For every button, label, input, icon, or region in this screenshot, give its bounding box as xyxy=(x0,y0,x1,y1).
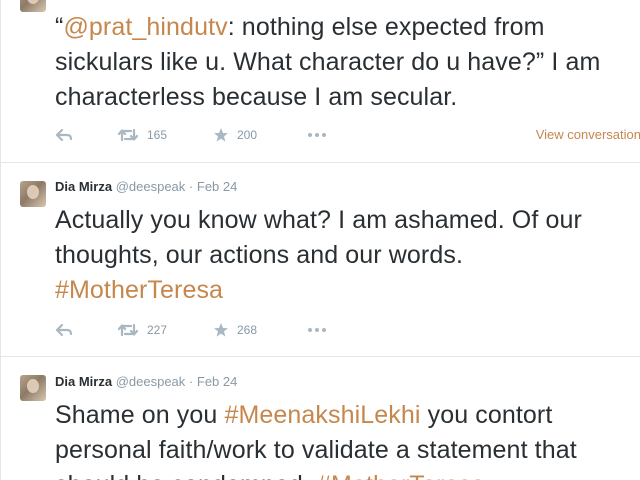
reply-button[interactable] xyxy=(55,320,73,340)
view-conversation-link[interactable]: View conversation xyxy=(536,127,640,142)
more-button[interactable] xyxy=(307,320,327,340)
tweet-text-segment: Actually you know what? I am ashamed. Of… xyxy=(55,206,582,269)
tweet-actions: 227 268 xyxy=(55,320,640,340)
mention-link[interactable]: @prat_hindutv xyxy=(63,13,227,41)
tweet-2[interactable]: Dia Mirza @deespeak · Feb 24 Actually yo… xyxy=(0,163,640,356)
tweet-header: Dia Mirza @deespeak · Feb 24 xyxy=(55,179,237,194)
star-icon xyxy=(213,127,229,143)
retweet-icon xyxy=(117,323,139,337)
tweet-text-segment: Shame on you xyxy=(55,401,224,429)
tweet-date[interactable]: Feb 24 xyxy=(197,179,237,194)
reply-icon xyxy=(55,128,73,142)
author-name[interactable]: Dia Mirza xyxy=(55,374,112,389)
author-name[interactable]: Dia Mirza xyxy=(55,179,112,194)
favorite-button[interactable]: 200 xyxy=(213,125,257,145)
hashtag-link[interactable]: #MotherTeresa xyxy=(317,471,485,480)
hashtag-link[interactable]: #MeenakshiLekhi xyxy=(224,401,420,429)
tweet-text: Shame on you #MeenakshiLekhi you contort… xyxy=(55,398,630,480)
retweet-count: 165 xyxy=(147,128,167,142)
favorite-count: 200 xyxy=(237,128,257,142)
more-button[interactable] xyxy=(307,125,327,145)
more-icon xyxy=(307,132,327,138)
more-icon xyxy=(307,327,327,333)
tweet-header: Dia Mirza @deespeak · Feb 24 xyxy=(55,374,237,389)
avatar[interactable] xyxy=(20,0,46,12)
hashtag-link[interactable]: #MotherTeresa xyxy=(55,276,223,304)
reply-button[interactable] xyxy=(55,125,73,145)
author-handle[interactable]: @deespeak xyxy=(116,179,186,194)
tweet-3[interactable]: Dia Mirza @deespeak · Feb 24 Shame on yo… xyxy=(0,357,640,480)
retweet-button[interactable]: 227 xyxy=(117,320,167,340)
retweet-button[interactable]: 165 xyxy=(117,125,167,145)
star-icon xyxy=(213,322,229,338)
favorite-count: 268 xyxy=(237,323,257,337)
tweet-actions: 165 200 View conversation xyxy=(55,125,640,145)
tweet-text: “@prat_hindutv: nothing else expected fr… xyxy=(55,10,630,115)
avatar[interactable] xyxy=(20,181,46,207)
reply-icon xyxy=(55,323,73,337)
retweet-icon xyxy=(117,128,139,142)
avatar[interactable] xyxy=(20,375,46,401)
tweet-text: Actually you know what? I am ashamed. Of… xyxy=(55,203,630,308)
author-handle[interactable]: @deespeak xyxy=(116,374,186,389)
separator-dot: · xyxy=(189,374,193,389)
tweet-date[interactable]: Feb 24 xyxy=(197,374,237,389)
retweet-count: 227 xyxy=(147,323,167,337)
tweet-1[interactable]: “@prat_hindutv: nothing else expected fr… xyxy=(0,0,640,162)
separator-dot: · xyxy=(189,179,193,194)
favorite-button[interactable]: 268 xyxy=(213,320,257,340)
